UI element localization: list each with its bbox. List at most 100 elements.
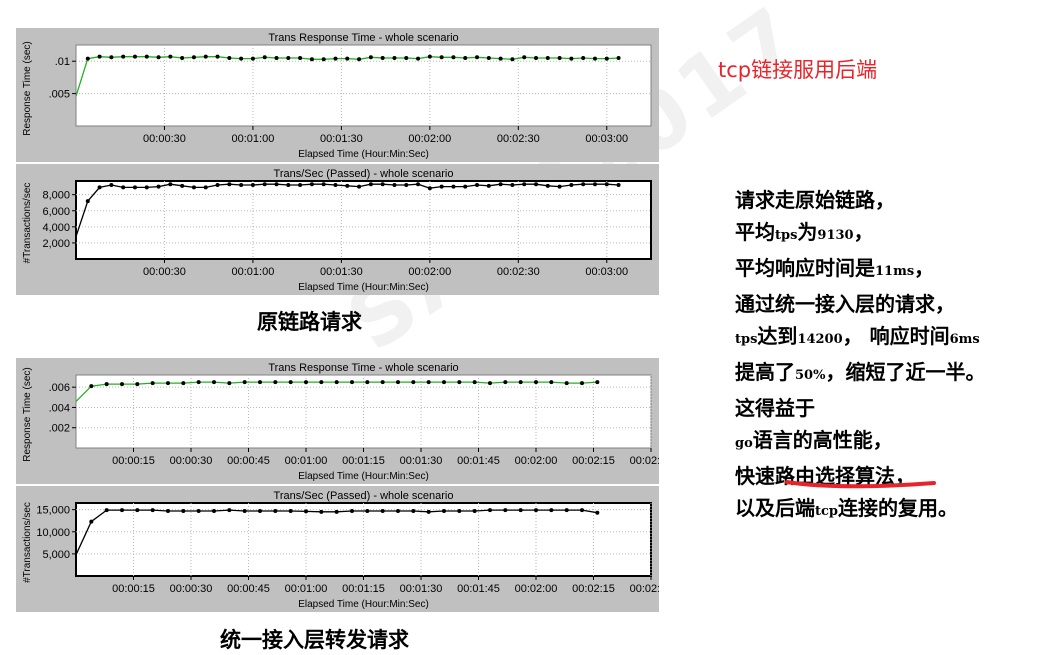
- chart0-data-point: [191, 55, 196, 60]
- caption-original-path: 原链路请求: [257, 309, 362, 334]
- chart0-data-point: [227, 55, 232, 60]
- chart2-data-point: [534, 380, 538, 385]
- chart3-data-point: [380, 508, 385, 513]
- chart0-data-point: [109, 55, 114, 60]
- chart2-xtick-label: 00:01:30: [400, 455, 443, 467]
- chart0-data-point: [463, 55, 468, 60]
- chart2-xtick-label: 00:02:00: [515, 455, 558, 467]
- chart0-title: Trans Response Time - whole scenario: [268, 32, 458, 44]
- chart0-data-point: [439, 55, 444, 60]
- chart1-data-point: [97, 185, 102, 190]
- chart1-data-point: [286, 183, 291, 188]
- chart2-data-point: [334, 380, 339, 385]
- chart0-xtick-label: 00:02:30: [497, 133, 540, 145]
- chart3-xtick-label: 00:00:45: [227, 583, 270, 595]
- note-line-3: 平均响应时间是11ms，: [735, 256, 935, 280]
- chart1-data-point: [250, 183, 255, 188]
- chart1-data-point: [616, 183, 621, 188]
- chart1-data-point: [427, 186, 432, 191]
- chart1-xtick-label: 00:02:00: [408, 266, 451, 278]
- chart1-data-point: [510, 183, 515, 188]
- note-line-8: go语言的高性能，: [735, 428, 893, 452]
- chart2-xtick-label: 00:00:45: [227, 455, 270, 467]
- chart1-data-point: [475, 183, 480, 188]
- note-line-7: 这得益于: [735, 396, 815, 420]
- chart0-data-point: [250, 56, 255, 61]
- chart3-data-point: [365, 508, 370, 513]
- chart2-data-point: [319, 380, 324, 385]
- chart0-data-point: [144, 54, 149, 59]
- chart2-xtick-label: 00:01:45: [457, 455, 500, 467]
- chart0-data-point: [286, 55, 291, 60]
- chart0-data-point: [616, 55, 621, 60]
- chart1-data-point: [321, 182, 326, 187]
- chart2-data-point: [150, 381, 155, 386]
- chart3-data-point: [595, 510, 600, 515]
- chart3-data-point: [304, 509, 308, 514]
- chart2-data-point: [518, 380, 523, 385]
- chart1-title: Trans/Sec (Passed) - whole scenario: [274, 168, 454, 180]
- chart0-ylabel: Response Time (sec): [22, 41, 33, 135]
- chart3-data-point: [442, 508, 446, 513]
- chart0-data-point: [309, 57, 314, 62]
- chart2-data-point: [104, 382, 109, 387]
- chart0-data-point: [239, 56, 244, 61]
- chart1-data-point: [121, 185, 126, 190]
- chart2-xtick-label: 00:02:30: [630, 455, 659, 467]
- chart0-xlabel: Elapsed Time (Hour:Min:Sec): [298, 149, 429, 160]
- response-time-chart-original: Trans Response Time - whole scenario 00:0…: [16, 28, 659, 162]
- chart2-data-point: [488, 381, 492, 386]
- chart1-data-point: [392, 183, 397, 188]
- chart3-data-point: [135, 508, 140, 513]
- chart3-data-point: [457, 508, 462, 513]
- response-time-chart-unified-svg: Trans Response Time - whole scenario 00:0…: [22, 362, 659, 482]
- chart2-data-point: [442, 380, 446, 385]
- chart1-data-point: [604, 182, 609, 187]
- chart3-data-point: [227, 508, 232, 513]
- chart0-data-point: [557, 55, 562, 60]
- chart1-xtick-label: 00:01:00: [232, 266, 275, 278]
- chart0-data-point: [498, 56, 503, 61]
- chart1-ytick-label: 2,000: [42, 238, 70, 250]
- chart2-data-point: [503, 380, 508, 385]
- chart3-data-point: [89, 519, 94, 524]
- chart0-data-point: [486, 55, 491, 60]
- response-time-chart-unified: Trans Response Time - whole scenario 00:0…: [16, 358, 659, 484]
- chart1-data-point: [498, 182, 503, 187]
- chart1-data-point: [557, 184, 562, 189]
- chart1-data-point: [451, 184, 456, 189]
- trans-per-sec-chart-unified: Trans/Sec (Passed) - whole scenario 00:00…: [16, 486, 659, 612]
- chart1-ylabel: #Transactions/sec: [22, 183, 33, 264]
- chart1-ytick-label: 4,000: [42, 222, 70, 234]
- chart1-data-point: [345, 183, 350, 188]
- chart1-xtick-label: 00:02:30: [497, 266, 540, 278]
- chart3-xtick-label: 00:02:00: [515, 583, 558, 595]
- chart0-data-point: [451, 55, 456, 60]
- chart3-data-point: [166, 508, 170, 513]
- chart0-data-point: [97, 54, 102, 59]
- chart1-data-point: [592, 182, 597, 187]
- chart3-data-point: [488, 508, 492, 513]
- chart3-xtick-label: 00:01:00: [285, 583, 328, 595]
- chart0-data-point: [404, 55, 409, 60]
- chart1-data-point: [486, 183, 491, 188]
- chart3-xtick-label: 00:02:15: [572, 583, 615, 595]
- note-line-1: 请求走原始链路，: [735, 188, 895, 212]
- chart3-data-point: [120, 508, 124, 513]
- chart3-xtick-label: 00:01:15: [342, 583, 385, 595]
- chart2-ytick-label: .006: [49, 382, 70, 394]
- chart3-xtick-label: 00:01:45: [457, 583, 500, 595]
- chart1-data-point: [522, 182, 527, 187]
- chart2-xtick-label: 00:02:15: [572, 455, 615, 467]
- chart0-data-point: [298, 55, 303, 60]
- chart2-title: Trans Response Time - whole scenario: [268, 362, 458, 374]
- chart1-data-point: [534, 182, 538, 187]
- chart3-data-point: [258, 508, 262, 513]
- chart3-xtick-label: 00:00:15: [112, 583, 155, 595]
- chart3-xtick-label: 00:00:30: [170, 583, 213, 595]
- chart0-data-point: [168, 54, 173, 59]
- chart1-data-point: [581, 182, 586, 187]
- chart3-data-point: [196, 508, 201, 513]
- caption-unified-path: 统一接入层转发请求: [220, 627, 409, 652]
- chart1-data-point: [215, 183, 220, 188]
